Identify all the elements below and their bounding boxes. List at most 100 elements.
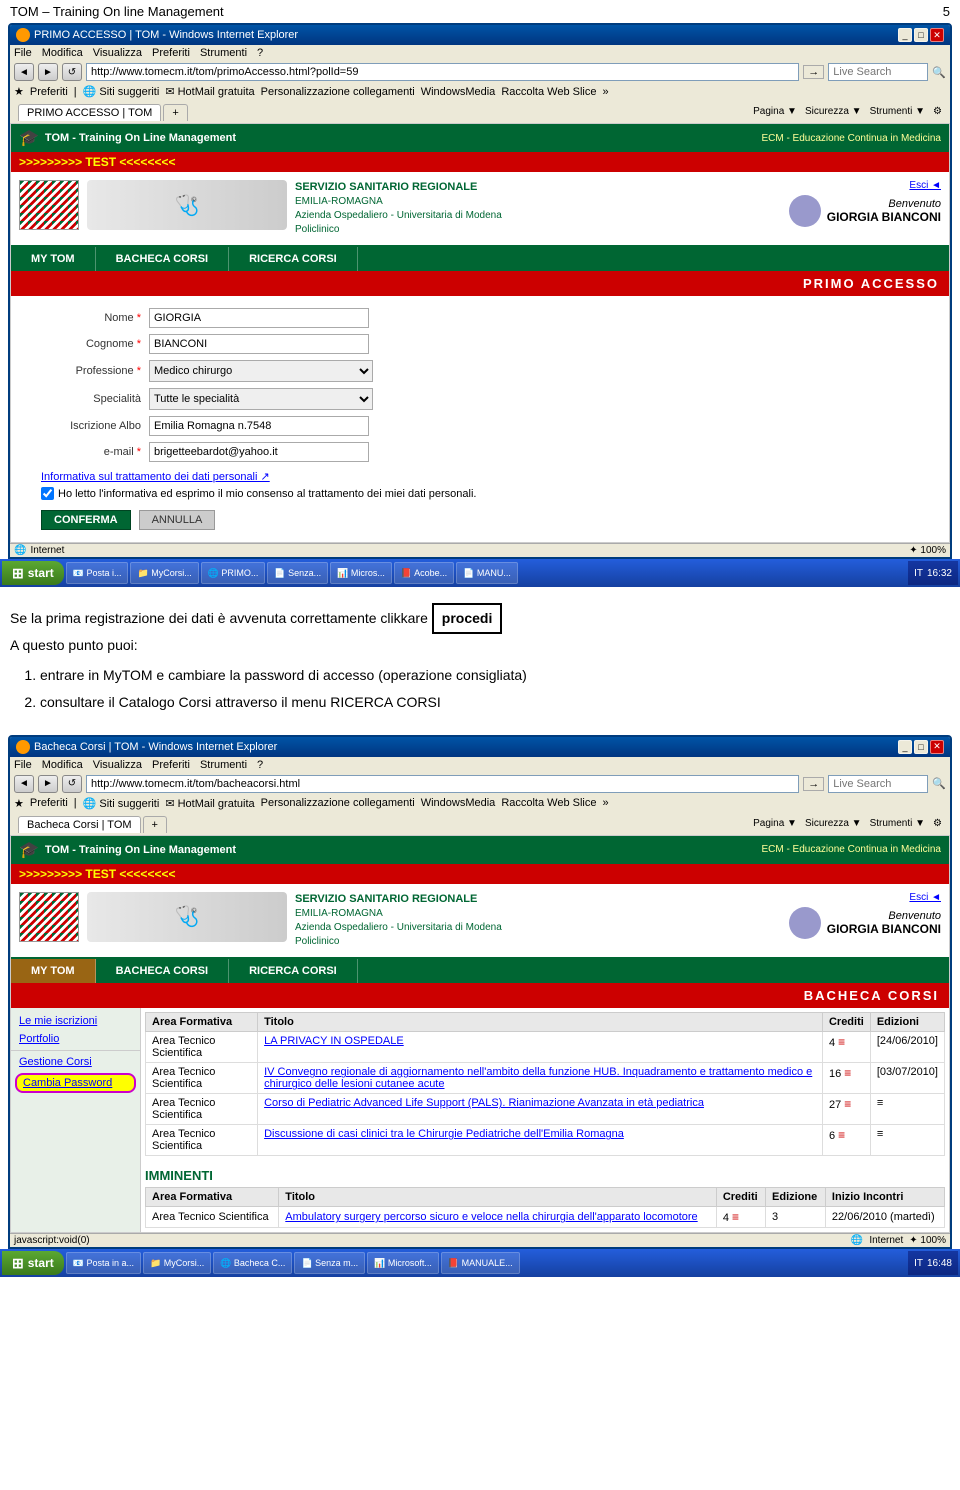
forward-button-2[interactable]: ► xyxy=(38,775,58,793)
taskbar-btn-mycorsi[interactable]: 📁 MyCorsi... xyxy=(130,562,198,584)
privacy-checkbox[interactable] xyxy=(41,487,54,500)
course-link-4[interactable]: Discussione di casi clinici tra le Chiru… xyxy=(264,1128,624,1140)
menu-strumenti[interactable]: Strumenti xyxy=(200,47,247,59)
fav-siti[interactable]: 🌐 Siti suggeriti xyxy=(83,85,160,98)
restore-button[interactable]: □ xyxy=(914,28,928,42)
nav2-bacheca[interactable]: BACHECA CORSI xyxy=(96,959,230,983)
sidebar-link-password[interactable]: Cambia Password xyxy=(15,1073,136,1093)
fav2-hotmail[interactable]: ✉ HotMail gratuita xyxy=(165,797,254,810)
back-button-2[interactable]: ◄ xyxy=(14,775,34,793)
tab-primo-accesso[interactable]: PRIMO ACCESSO | TOM xyxy=(18,104,161,121)
menu2-strumenti[interactable]: Strumenti xyxy=(200,759,247,771)
menu-preferiti[interactable]: Preferiti xyxy=(152,47,190,59)
taskbar2-btn-senza[interactable]: 📄 Senza m... xyxy=(294,1252,365,1274)
sidebar-link-iscrizioni[interactable]: Le mie iscrizioni xyxy=(11,1012,140,1030)
privacy-link[interactable]: Informativa sul trattamento dei dati per… xyxy=(41,471,270,483)
cognome-input[interactable] xyxy=(149,334,369,354)
nav2-mytom[interactable]: MY TOM xyxy=(11,959,96,983)
search-icon-2[interactable]: 🔍 xyxy=(932,777,946,790)
restore-button-2[interactable]: □ xyxy=(914,740,928,754)
nav-bacheca-1[interactable]: BACHECA CORSI xyxy=(96,247,230,271)
fav-more[interactable]: » xyxy=(602,86,608,98)
professione-select[interactable]: Medico chirurgo xyxy=(149,360,373,382)
back-button[interactable]: ◄ xyxy=(14,63,34,81)
nav2-ricerca[interactable]: RICERCA CORSI xyxy=(229,959,358,983)
conferma-button[interactable]: CONFERMA xyxy=(41,510,131,530)
address-bar-1[interactable] xyxy=(86,63,799,81)
page-tool-2[interactable]: Pagina ▼ xyxy=(753,818,797,829)
sicurezza-tool[interactable]: Sicurezza ▼ xyxy=(805,106,862,117)
fav2-raccolta[interactable]: Raccolta Web Slice xyxy=(501,797,596,809)
menu-visualizza[interactable]: Visualizza xyxy=(93,47,142,59)
nome-input[interactable] xyxy=(149,308,369,328)
address-bar-2[interactable] xyxy=(86,775,799,793)
taskbar-btn-primo[interactable]: 🌐 PRIMO... xyxy=(201,562,266,584)
minimize-button-2[interactable]: _ xyxy=(898,740,912,754)
fav2-personalizza[interactable]: Personalizzazione collegamenti xyxy=(261,797,415,809)
go-button-2[interactable]: → xyxy=(803,777,824,791)
search-icon[interactable]: 🔍 xyxy=(932,66,946,79)
page-tool[interactable]: Pagina ▼ xyxy=(753,106,797,117)
tab-bacheca-corsi[interactable]: Bacheca Corsi | TOM xyxy=(18,816,141,833)
taskbar2-btn-posta[interactable]: 📧 Posta in a... xyxy=(66,1252,141,1274)
annulla-button[interactable]: ANNULLA xyxy=(139,510,216,530)
esci-link-1[interactable]: Esci ◄ xyxy=(789,180,941,191)
fav2-more[interactable]: » xyxy=(602,797,608,809)
esci-link-2[interactable]: Esci ◄ xyxy=(789,892,941,903)
taskbar-btn-micros[interactable]: 📊 Micros... xyxy=(330,562,392,584)
start-button-2[interactable]: ⊞ start xyxy=(2,1251,64,1275)
taskbar2-btn-mycorsi[interactable]: 📁 MyCorsi... xyxy=(143,1252,211,1274)
minimize-button[interactable]: _ xyxy=(898,28,912,42)
search-box-1[interactable] xyxy=(828,63,928,81)
specialita-select[interactable]: Tutte le specialità xyxy=(149,388,373,410)
close-button-2[interactable]: ✕ xyxy=(930,740,944,754)
menu-modifica[interactable]: Modifica xyxy=(42,47,83,59)
taskbar2-btn-manuale[interactable]: 📕 MANUALE... xyxy=(441,1252,520,1274)
settings-icon[interactable]: ⚙ xyxy=(933,106,942,117)
start-button-1[interactable]: ⊞ start xyxy=(2,561,64,585)
course-link-1[interactable]: LA PRIVACY IN OSPEDALE xyxy=(264,1035,404,1047)
imm-course-link-1[interactable]: Ambulatory surgery percorso sicuro e vel… xyxy=(285,1211,697,1223)
menu2-file[interactable]: File xyxy=(14,759,32,771)
refresh-button[interactable]: ↺ xyxy=(62,63,82,81)
refresh-button-2[interactable]: ↺ xyxy=(62,775,82,793)
taskbar2-btn-micros[interactable]: 📊 Microsoft... xyxy=(367,1252,439,1274)
sicurezza-tool-2[interactable]: Sicurezza ▼ xyxy=(805,818,862,829)
close-button[interactable]: ✕ xyxy=(930,28,944,42)
menu2-help[interactable]: ? xyxy=(257,759,263,771)
favorites-label-2[interactable]: Preferiti xyxy=(30,797,68,809)
fav2-siti[interactable]: 🌐 Siti suggeriti xyxy=(83,797,160,810)
strumenti-tool-2[interactable]: Strumenti ▼ xyxy=(870,818,925,829)
forward-button[interactable]: ► xyxy=(38,63,58,81)
search-box-2[interactable] xyxy=(828,775,928,793)
fav-hotmail[interactable]: ✉ HotMail gratuita xyxy=(165,85,254,98)
settings-icon-2[interactable]: ⚙ xyxy=(933,818,942,829)
favorites-label[interactable]: Preferiti xyxy=(30,86,68,98)
iscrizione-input[interactable] xyxy=(149,416,369,436)
taskbar-btn-posta[interactable]: 📧 Posta i... xyxy=(66,562,129,584)
menu2-preferiti[interactable]: Preferiti xyxy=(152,759,190,771)
fav-raccolta[interactable]: Raccolta Web Slice xyxy=(501,86,596,98)
go-button[interactable]: → xyxy=(803,65,824,79)
course-link-3[interactable]: Corso di Pediatric Advanced Life Support… xyxy=(264,1097,704,1109)
taskbar2-btn-bacheca[interactable]: 🌐 Bacheca C... xyxy=(213,1252,292,1274)
nav-ricerca-1[interactable]: RICERCA CORSI xyxy=(229,247,358,271)
fav-personalizza[interactable]: Personalizzazione collegamenti xyxy=(261,86,415,98)
course-link-2[interactable]: IV Convegno regionale di aggiornamento n… xyxy=(264,1066,812,1090)
nav-mytom-1[interactable]: MY TOM xyxy=(11,247,96,271)
taskbar-btn-manu[interactable]: 📄 MANU... xyxy=(456,562,518,584)
taskbar-btn-acobe[interactable]: 📕 Acobe... xyxy=(394,562,454,584)
menu2-modifica[interactable]: Modifica xyxy=(42,759,83,771)
sidebar-link-gestcorsi[interactable]: Gestione Corsi xyxy=(11,1053,140,1071)
taskbar-btn-senza[interactable]: 📄 Senza... xyxy=(267,562,328,584)
sidebar-link-portfolio[interactable]: Portfolio xyxy=(11,1030,140,1048)
menu2-visualizza[interactable]: Visualizza xyxy=(93,759,142,771)
email-input[interactable] xyxy=(149,442,369,462)
menu-file[interactable]: File xyxy=(14,47,32,59)
fav-windows[interactable]: WindowsMedia xyxy=(421,86,496,98)
tab-new[interactable]: + xyxy=(163,104,187,121)
strumenti-tool[interactable]: Strumenti ▼ xyxy=(870,106,925,117)
tab-new-2[interactable]: + xyxy=(143,816,167,833)
menu-help[interactable]: ? xyxy=(257,47,263,59)
fav2-windows[interactable]: WindowsMedia xyxy=(421,797,496,809)
